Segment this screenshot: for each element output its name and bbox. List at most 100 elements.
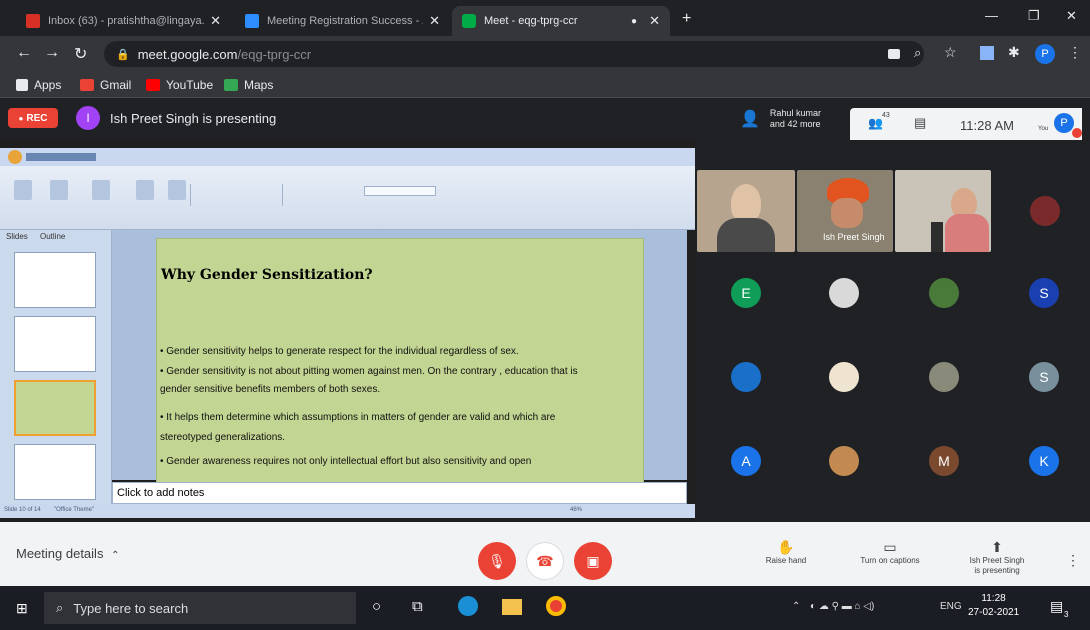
people-icon[interactable]: 👥 <box>868 116 883 130</box>
slide-bullet: • Gender awareness requires not only int… <box>160 456 532 467</box>
participant-face <box>731 184 761 222</box>
taskbar-clock[interactable]: 11:28 27-02-2021 <box>968 592 1019 620</box>
slide-bullet: • It helps them determine which assumpti… <box>160 412 556 423</box>
close-icon[interactable]: ✕ <box>649 13 660 29</box>
participant-avatar: M <box>929 446 959 476</box>
meet-icon <box>462 14 476 28</box>
participant-avatar: S <box>1029 278 1059 308</box>
ribbon-group <box>190 184 270 206</box>
slide-bullet: • Gender sensitivity helps to generate r… <box>160 346 519 357</box>
edge-icon[interactable] <box>458 596 478 616</box>
address-bar[interactable]: 🔒 meet.google.com /eqg-tprg-ccr <box>104 41 924 67</box>
meet-clock: 11:28 AM <box>960 118 1014 133</box>
ribbon-dropdown <box>364 186 436 196</box>
slide-canvas: Why Gender Sensitization? • Gender sensi… <box>112 230 687 483</box>
apps-grid-icon <box>16 79 28 91</box>
back-icon[interactable]: ← <box>16 44 32 62</box>
video-tile <box>697 170 795 252</box>
leave-call-button[interactable]: ☎ <box>526 542 564 580</box>
meeting-details-button[interactable]: Meeting details ⌃ <box>16 546 119 561</box>
camera-off-button[interactable]: ▣ <box>574 542 612 580</box>
presenting-button[interactable]: ⬆ Ish Preet Singh is presenting <box>958 540 1036 576</box>
task-view-icon[interactable]: ⧉ <box>412 598 423 615</box>
bookmark-label: Gmail <box>100 78 132 92</box>
captions-button[interactable]: ▭ Turn on captions <box>850 540 930 566</box>
forward-icon[interactable]: → <box>44 44 60 62</box>
presenting-text: Ish Preet Singh is presenting <box>110 111 277 126</box>
tab-inbox[interactable]: Inbox (63) - pratishtha@lingaya... ✕ <box>16 6 231 36</box>
new-tab-button[interactable]: + <box>682 10 691 28</box>
slide-thumbnail <box>14 316 96 372</box>
puzzle-icon[interactable]: ✱ <box>1008 44 1020 61</box>
extension-icon[interactable] <box>980 46 994 60</box>
ppt-ribbon <box>0 166 695 230</box>
video-tile-presenter: Ish Preet Singh <box>797 170 893 252</box>
notes-pane: Click to add notes <box>112 482 687 504</box>
tray-chevron-icon[interactable]: ⌃ <box>792 601 800 612</box>
more-options-icon[interactable]: ⋮ <box>1066 552 1080 569</box>
notification-dot <box>1072 128 1082 138</box>
people-line-2: and 42 more <box>769 119 821 129</box>
zoom-search-icon[interactable]: ⌕ <box>914 45 921 61</box>
windows-start-icon[interactable]: ⊞ <box>16 600 28 617</box>
slide-count: Slide 10 of 14 <box>4 507 41 513</box>
participant-photo <box>929 362 959 392</box>
input-language[interactable]: ENG <box>940 601 962 612</box>
close-window-button[interactable]: ✕ <box>1066 8 1077 24</box>
file-explorer-icon[interactable] <box>502 599 522 615</box>
presenter-avatar: I <box>76 106 100 130</box>
bookmark-label: Maps <box>244 78 274 92</box>
ribbon-button-icon <box>50 180 68 200</box>
ppt-title-bar <box>0 148 695 166</box>
camera-icon[interactable] <box>888 49 900 59</box>
taskbar-search[interactable]: ⌕ Type here to search <box>44 592 356 624</box>
participant-photo <box>829 446 859 476</box>
bookmark-label: YouTube <box>166 78 214 92</box>
chat-icon[interactable]: ▤ <box>914 115 926 131</box>
participant-avatar: S <box>1029 362 1059 392</box>
menu-kebab-icon[interactable]: ⋮ <box>1068 44 1082 61</box>
slide-thumbnail <box>14 252 96 308</box>
bookmark-star-icon[interactable]: ☆ <box>944 44 957 61</box>
profile-avatar[interactable]: P <box>1035 44 1055 64</box>
notifications-icon[interactable]: ▤ <box>1050 598 1063 615</box>
theme-name: "Office Theme" <box>54 507 95 513</box>
record-dot-icon: ● <box>18 113 24 123</box>
bookmark-youtube[interactable]: YouTube <box>146 78 213 92</box>
self-avatar[interactable]: P <box>1054 113 1074 133</box>
chrome-icon[interactable] <box>546 596 566 616</box>
participant-photo <box>829 278 859 308</box>
participants-summary: 👤 Rahul kumar and 42 more <box>740 108 821 130</box>
cortana-icon[interactable]: ○ <box>372 598 381 615</box>
hand-icon: ✋ <box>777 539 795 555</box>
browser-tab-strip: Inbox (63) - pratishtha@lingaya... ✕ Mee… <box>0 0 1090 36</box>
slide-bullet: • Gender sensitivity is not about pittin… <box>160 366 578 377</box>
participant-avatar: A <box>731 446 761 476</box>
current-slide: Why Gender Sensitization? • Gender sensi… <box>156 238 644 483</box>
chair-shape <box>931 222 943 252</box>
restore-button[interactable]: ❐ <box>1028 8 1040 24</box>
bookmark-maps[interactable]: Maps <box>224 78 273 92</box>
recording-dot-icon: ● <box>631 15 638 27</box>
raise-hand-button[interactable]: ✋ Raise hand <box>756 539 816 566</box>
close-icon[interactable]: ✕ <box>429 13 440 29</box>
participant-avatar: K <box>1029 446 1059 476</box>
mic-off-button[interactable]: 🎙 <box>478 542 516 580</box>
close-icon[interactable]: ✕ <box>210 13 221 29</box>
person-icon: 👤 <box>740 110 760 128</box>
participant-body <box>717 218 775 252</box>
presentation-area: Slides Outline Why Gender Sensitization?… <box>0 140 695 522</box>
lock-icon: 🔒 <box>116 48 130 61</box>
bookmark-apps[interactable]: Apps <box>16 78 61 92</box>
participant-photo <box>1030 196 1060 226</box>
office-button-icon <box>8 150 22 164</box>
tab-title: Inbox (63) - pratishtha@lingaya... <box>48 15 205 27</box>
tab-meet[interactable]: Meet - eqg-tprg-ccr ● ✕ <box>452 6 670 36</box>
reload-icon[interactable]: ↻ <box>74 44 87 64</box>
ribbon-button-icon <box>14 180 32 200</box>
slide-title: Why Gender Sensitization? <box>161 267 373 283</box>
bookmark-gmail[interactable]: Gmail <box>80 78 131 92</box>
minimize-button[interactable]: — <box>985 8 998 23</box>
tab-zoom[interactable]: Meeting Registration Success - Z... ✕ <box>235 6 450 36</box>
quick-access-toolbar <box>26 153 96 161</box>
